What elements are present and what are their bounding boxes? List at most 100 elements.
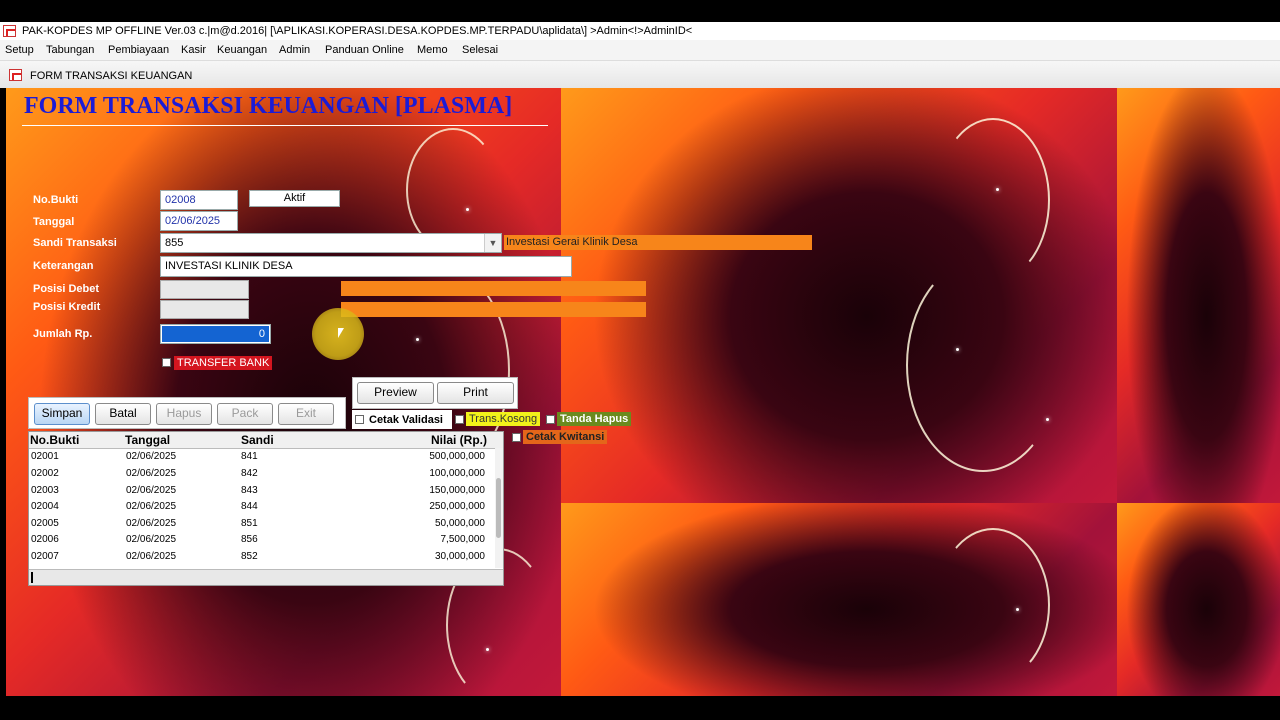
- cell-sandi: 843: [241, 485, 258, 496]
- sparkle: [956, 348, 959, 351]
- horizontal-scrollbar[interactable]: [29, 569, 503, 585]
- sparkle: [416, 338, 419, 341]
- swirl-ornament: [936, 118, 1050, 282]
- sandi-value: 855: [165, 237, 184, 249]
- menu-bar: Setup Tabungan Pembiayaan Kasir Keuangan…: [0, 40, 1280, 61]
- cell-tanggal: 02/06/2025: [126, 451, 177, 462]
- no-bukti-field[interactable]: 02008: [160, 190, 238, 210]
- table-row[interactable]: 02003 02/06/2025 843 150,000,000: [29, 483, 497, 499]
- cell-sandi: 851: [241, 518, 258, 529]
- column-header-tanggal[interactable]: Tanggal: [125, 433, 170, 447]
- menu-kasir[interactable]: Kasir: [181, 40, 206, 60]
- cell-no-bukti: 02001: [31, 451, 59, 462]
- menu-setup[interactable]: Setup: [5, 40, 34, 60]
- jumlah-field[interactable]: 0: [162, 326, 269, 342]
- cell-nilai: 50,000,000: [434, 518, 485, 529]
- cell-tanggal: 02/06/2025: [126, 534, 177, 545]
- no-bukti-label: No.Bukti: [33, 194, 79, 206]
- keterangan-label: Keterangan: [33, 260, 94, 272]
- table-row[interactable]: 02005 02/06/2025 851 50,000,000: [29, 516, 497, 532]
- sandi-description: Investasi Gerai Klinik Desa: [504, 235, 812, 250]
- cell-nilai: 500,000,000: [429, 451, 485, 462]
- posisi-kredit-field[interactable]: [160, 300, 249, 319]
- trans-kosong-label[interactable]: Trans.Kosong: [466, 412, 541, 426]
- menu-panduan-online[interactable]: Panduan Online: [325, 40, 404, 60]
- cetak-kwitansi-label[interactable]: Cetak Kwitansi: [523, 430, 608, 444]
- posisi-debet-field[interactable]: [160, 280, 249, 299]
- child-window-title: FORM TRANSAKSI KEUANGAN: [30, 70, 193, 82]
- exit-button[interactable]: Exit: [278, 403, 334, 425]
- cell-no-bukti: 02005: [31, 518, 59, 529]
- cell-no-bukti: 02002: [31, 468, 59, 479]
- column-header-nilai[interactable]: Nilai (Rp.): [431, 433, 487, 447]
- heading-underline: [22, 125, 548, 126]
- table-row[interactable]: 02001 02/06/2025 841 500,000,000: [29, 449, 497, 465]
- menu-keuangan[interactable]: Keuangan: [217, 40, 267, 60]
- cetak-kwitansi-checkbox[interactable]: [512, 433, 521, 442]
- swirl-ornament: [936, 528, 1050, 682]
- transfer-bank-checkbox[interactable]: [162, 358, 171, 367]
- batal-button[interactable]: Batal: [95, 403, 151, 425]
- form-background: [6, 88, 1280, 696]
- cell-no-bukti: 02007: [31, 551, 59, 562]
- cell-sandi: 842: [241, 468, 258, 479]
- hapus-button[interactable]: Hapus: [156, 403, 212, 425]
- cell-sandi: 844: [241, 501, 258, 512]
- pack-button[interactable]: Pack: [217, 403, 273, 425]
- tanggal-label: Tanggal: [33, 216, 75, 228]
- chevron-down-icon[interactable]: ▼: [484, 234, 501, 252]
- scrollbar-thumb[interactable]: [496, 478, 501, 538]
- cell-sandi: 841: [241, 451, 258, 462]
- sandi-transaksi-select[interactable]: 855 ▼: [160, 233, 502, 253]
- trans-kosong-checkbox[interactable]: [455, 415, 464, 424]
- menu-tabungan[interactable]: Tabungan: [46, 40, 94, 60]
- preview-button[interactable]: Preview: [357, 382, 434, 404]
- table-row[interactable]: 02004 02/06/2025 844 250,000,000: [29, 499, 497, 515]
- cell-no-bukti: 02003: [31, 485, 59, 496]
- cell-no-bukti: 02006: [31, 534, 59, 545]
- tanggal-field[interactable]: 02/06/2025: [160, 211, 238, 231]
- posisi-kredit-label: Posisi Kredit: [33, 301, 101, 313]
- posisi-debet-description: [341, 281, 646, 296]
- tanda-hapus-label[interactable]: Tanda Hapus: [557, 412, 632, 426]
- mouse-pointer-icon: [338, 328, 344, 338]
- window-title: PAK-KOPDES MP OFFLINE Ver.03 c.|m@d.2016…: [22, 25, 693, 37]
- vertical-scrollbar[interactable]: [495, 448, 503, 568]
- cell-nilai: 30,000,000: [434, 551, 485, 562]
- cell-tanggal: 02/06/2025: [126, 468, 177, 479]
- background-panel: [1117, 503, 1280, 696]
- background-panel: [1117, 88, 1280, 503]
- transaction-table: No.Bukti Tanggal Sandi Nilai (Rp.) 02001…: [28, 431, 504, 586]
- status-badge: Aktif: [249, 190, 340, 207]
- print-button[interactable]: Print: [437, 382, 514, 404]
- window-titlebar: PAK-KOPDES MP OFFLINE Ver.03 c.|m@d.2016…: [0, 22, 1280, 40]
- new-row-indicator: [31, 572, 33, 583]
- tanda-hapus-checkbox[interactable]: [546, 415, 555, 424]
- cell-nilai: 100,000,000: [429, 468, 485, 479]
- table-row[interactable]: 02002 02/06/2025 842 100,000,000: [29, 466, 497, 482]
- jumlah-field-frame[interactable]: 0: [160, 324, 271, 344]
- menu-pembiayaan[interactable]: Pembiayaan: [108, 40, 169, 60]
- cell-nilai: 7,500,000: [440, 534, 486, 545]
- table-row[interactable]: 02007 02/06/2025 852 30,000,000: [29, 549, 497, 565]
- column-header-no-bukti[interactable]: No.Bukti: [30, 433, 79, 447]
- cetak-validasi-label[interactable]: Cetak Validasi: [366, 413, 446, 427]
- app-icon: [3, 25, 16, 37]
- simpan-button[interactable]: Simpan: [34, 403, 90, 425]
- cetak-validasi-checkbox[interactable]: [355, 415, 364, 424]
- cell-tanggal: 02/06/2025: [126, 501, 177, 512]
- column-header-sandi[interactable]: Sandi: [241, 433, 274, 447]
- menu-admin[interactable]: Admin: [279, 40, 310, 60]
- cell-tanggal: 02/06/2025: [126, 551, 177, 562]
- transfer-bank-label[interactable]: TRANSFER BANK: [174, 356, 273, 370]
- sparkle: [1046, 418, 1049, 421]
- table-row[interactable]: 02006 02/06/2025 856 7,500,000: [29, 532, 497, 548]
- cell-nilai: 250,000,000: [429, 501, 485, 512]
- form-heading: FORM TRANSAKSI KEUANGAN [PLASMA]: [24, 93, 513, 119]
- swirl-ornament: [906, 258, 1060, 472]
- sandi-transaksi-label: Sandi Transaksi: [33, 237, 117, 249]
- keterangan-field[interactable]: INVESTASI KLINIK DESA: [160, 256, 572, 277]
- menu-selesai[interactable]: Selesai: [462, 40, 498, 60]
- menu-memo[interactable]: Memo: [417, 40, 448, 60]
- child-window-titlebar: FORM TRANSAKSI KEUANGAN: [0, 61, 1280, 88]
